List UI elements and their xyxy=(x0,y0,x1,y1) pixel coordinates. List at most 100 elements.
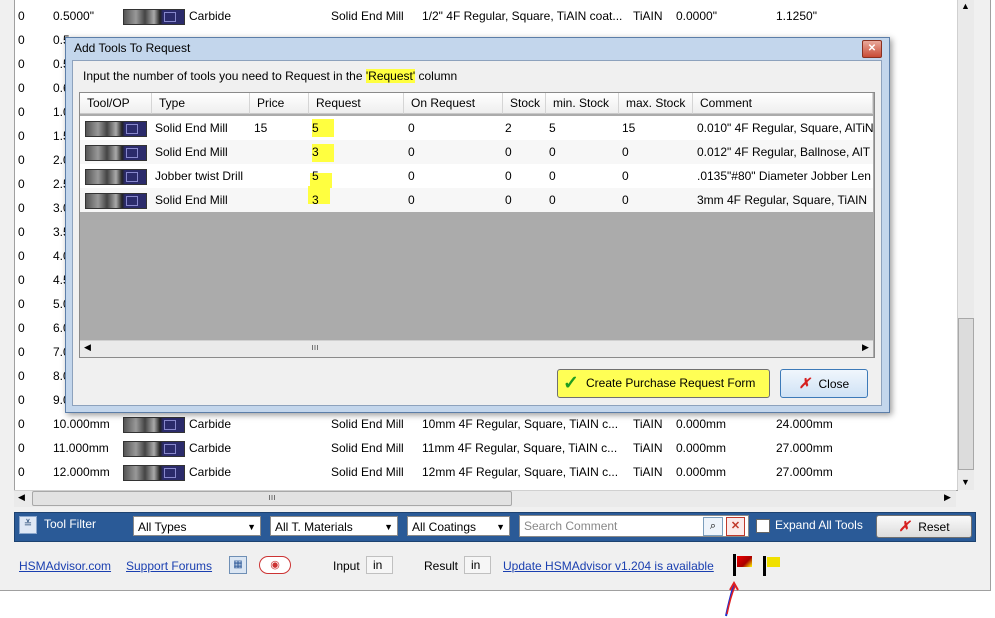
tool-image-icon xyxy=(123,9,185,25)
cell-v2: 24.000mm xyxy=(776,417,833,431)
update-link[interactable]: Update HSMAdvisor v1.204 is available xyxy=(503,559,714,573)
clear-search-icon[interactable]: ✕ xyxy=(726,517,745,536)
scroll-left-icon[interactable]: ◀ xyxy=(18,492,25,503)
instruction-highlight: 'Request' xyxy=(365,69,416,83)
cell-request[interactable]: 3 xyxy=(312,188,319,212)
cell-material: Carbide xyxy=(189,417,232,431)
column-header[interactable]: Stock xyxy=(503,93,546,114)
scroll-down-icon[interactable]: ▼ xyxy=(961,477,970,487)
column-header[interactable]: Price xyxy=(250,93,309,114)
search-icon[interactable]: ⌕ xyxy=(703,517,723,536)
cell-comment: 10mm 4F Regular, Square, TiAIN c... xyxy=(422,417,619,431)
cell-c0: 0 xyxy=(18,33,25,47)
reset-button[interactable]: ✗ Reset xyxy=(876,515,972,538)
cell-c0: 0 xyxy=(18,9,25,23)
grid-hscroll-thumb-grip[interactable]: ııı xyxy=(308,342,322,352)
cell-max: 15 xyxy=(622,121,636,135)
request-grid-hscroll[interactable] xyxy=(80,340,873,357)
tool-image-icon xyxy=(85,145,147,161)
cell-max: 0 xyxy=(622,169,629,183)
tool-row[interactable]: 0 11.000mm Carbide Solid End Mill 11mm 4F Re… xyxy=(15,436,957,460)
column-header[interactable]: Tool/OP xyxy=(80,93,152,114)
cell-comment: 0.010" 4F Regular, Square, AlTiN xyxy=(697,121,873,135)
cell-request[interactable]: 5 xyxy=(312,116,319,140)
cell-on-request: 0 xyxy=(408,145,415,159)
instruction-text: Input the number of tools you need to Re… xyxy=(83,69,366,83)
cell-type: Solid End Mill xyxy=(331,417,404,431)
column-header[interactable]: Request xyxy=(309,93,404,114)
cell-c0: 0 xyxy=(18,57,25,71)
cell-comment: 0.012" 4F Regular, Ballnose, AlT xyxy=(697,145,871,159)
cell-material: Carbide xyxy=(189,441,232,455)
cell-type: Solid End Mill xyxy=(155,145,228,159)
tools-table-hscroll-thumb[interactable]: ııı xyxy=(32,491,512,506)
chevron-down-icon: ▼ xyxy=(384,522,393,532)
cell-type: Solid End Mill xyxy=(155,121,228,135)
column-header[interactable]: max. Stock xyxy=(619,93,693,114)
cell-min: 0 xyxy=(549,193,556,207)
tool-image-icon xyxy=(123,465,185,481)
checkmark-icon: ✓ xyxy=(563,373,579,394)
scroll-left-icon[interactable]: ◀ xyxy=(84,342,91,353)
column-header[interactable]: min. Stock xyxy=(546,93,619,114)
cell-c0: 0 xyxy=(18,81,25,95)
column-header[interactable]: On Request xyxy=(404,93,503,114)
input-unit-field[interactable]: in xyxy=(366,556,393,574)
cell-material: Carbide xyxy=(189,9,232,23)
cell-c0: 0 xyxy=(18,393,25,407)
flag-pole xyxy=(763,556,766,576)
cell-c0: 0 xyxy=(18,129,25,143)
column-header[interactable]: Comment xyxy=(693,93,873,114)
scroll-up-icon[interactable]: ▲ xyxy=(961,1,970,11)
cell-on-request: 0 xyxy=(408,169,415,183)
close-dialog-button[interactable]: ✗ Close xyxy=(780,369,868,398)
cell-c0: 0 xyxy=(18,297,25,311)
cell-comment: 3mm 4F Regular, Square, TiAIN xyxy=(697,193,868,207)
result-unit-field[interactable]: in xyxy=(464,556,491,574)
coatings-select[interactable]: All Coatings ▼ xyxy=(407,516,510,536)
scroll-right-icon[interactable]: ▶ xyxy=(862,342,869,353)
cell-c0: 0 xyxy=(18,225,25,239)
red-flag-icon[interactable] xyxy=(737,556,752,567)
support-forums-link[interactable]: Support Forums xyxy=(126,559,212,573)
lifebuoy-icon[interactable]: ◉ xyxy=(259,556,291,574)
cell-v2: 27.000mm xyxy=(776,465,833,479)
materials-select[interactable]: All T. Materials ▼ xyxy=(270,516,398,536)
column-header[interactable]: Type xyxy=(152,93,250,114)
cell-min: 5 xyxy=(549,121,556,135)
cell-request[interactable]: 3 xyxy=(312,140,319,164)
coatings-select-value: All Coatings xyxy=(412,520,477,534)
cell-type: Solid End Mill xyxy=(331,9,404,23)
tool-row[interactable]: 0 0.5000" Carbide Solid End Mill 1/2" 4F Reg… xyxy=(15,4,957,28)
cell-c0: 0 xyxy=(18,153,25,167)
close-icon[interactable]: ✕ xyxy=(862,40,882,58)
cell-max: 0 xyxy=(622,145,629,159)
tool-filter-label: Tool Filter xyxy=(44,517,97,531)
tool-row[interactable]: 0 10.000mm Carbide Solid End Mill 10mm 4F Re… xyxy=(15,412,957,436)
cell-price: 15 xyxy=(254,121,268,135)
cell-c0: 0 xyxy=(18,417,25,431)
yellow-flag-icon[interactable] xyxy=(767,557,780,567)
cell-c1: 11.000mm xyxy=(53,441,109,455)
cell-stock: 0 xyxy=(505,145,512,159)
cell-on-request: 0 xyxy=(408,121,415,135)
types-select[interactable]: All Types ▼ xyxy=(133,516,261,536)
collapse-filter-icon[interactable]: ≚ xyxy=(19,516,37,534)
types-select-value: All Types xyxy=(138,520,187,534)
tool-row[interactable]: 0 12.000mm Carbide Solid End Mill 12mm 4F Re… xyxy=(15,460,957,484)
cell-coating: TiAIN xyxy=(633,417,663,431)
scroll-right-icon[interactable]: ▶ xyxy=(944,492,951,503)
cell-request[interactable]: 5 xyxy=(312,164,319,188)
reset-label: Reset xyxy=(918,520,950,534)
cell-v2: 27.000mm xyxy=(776,441,833,455)
create-purchase-request-button[interactable]: Create Purchase Request Form xyxy=(557,369,770,398)
tool-image-icon xyxy=(85,169,147,185)
tools-table-vscroll-thumb[interactable] xyxy=(958,318,974,470)
cell-type: Solid End Mill xyxy=(331,465,404,479)
cell-c0: 0 xyxy=(18,249,25,263)
expand-all-checkbox[interactable] xyxy=(756,519,770,533)
cell-v1: 0.000mm xyxy=(676,465,727,479)
cell-comment: 12mm 4F Regular, Square, TiAIN c... xyxy=(422,465,619,479)
calculator-icon[interactable]: ▦ xyxy=(229,556,247,574)
hsmadvisor-link[interactable]: HSMAdvisor.com xyxy=(19,559,111,573)
